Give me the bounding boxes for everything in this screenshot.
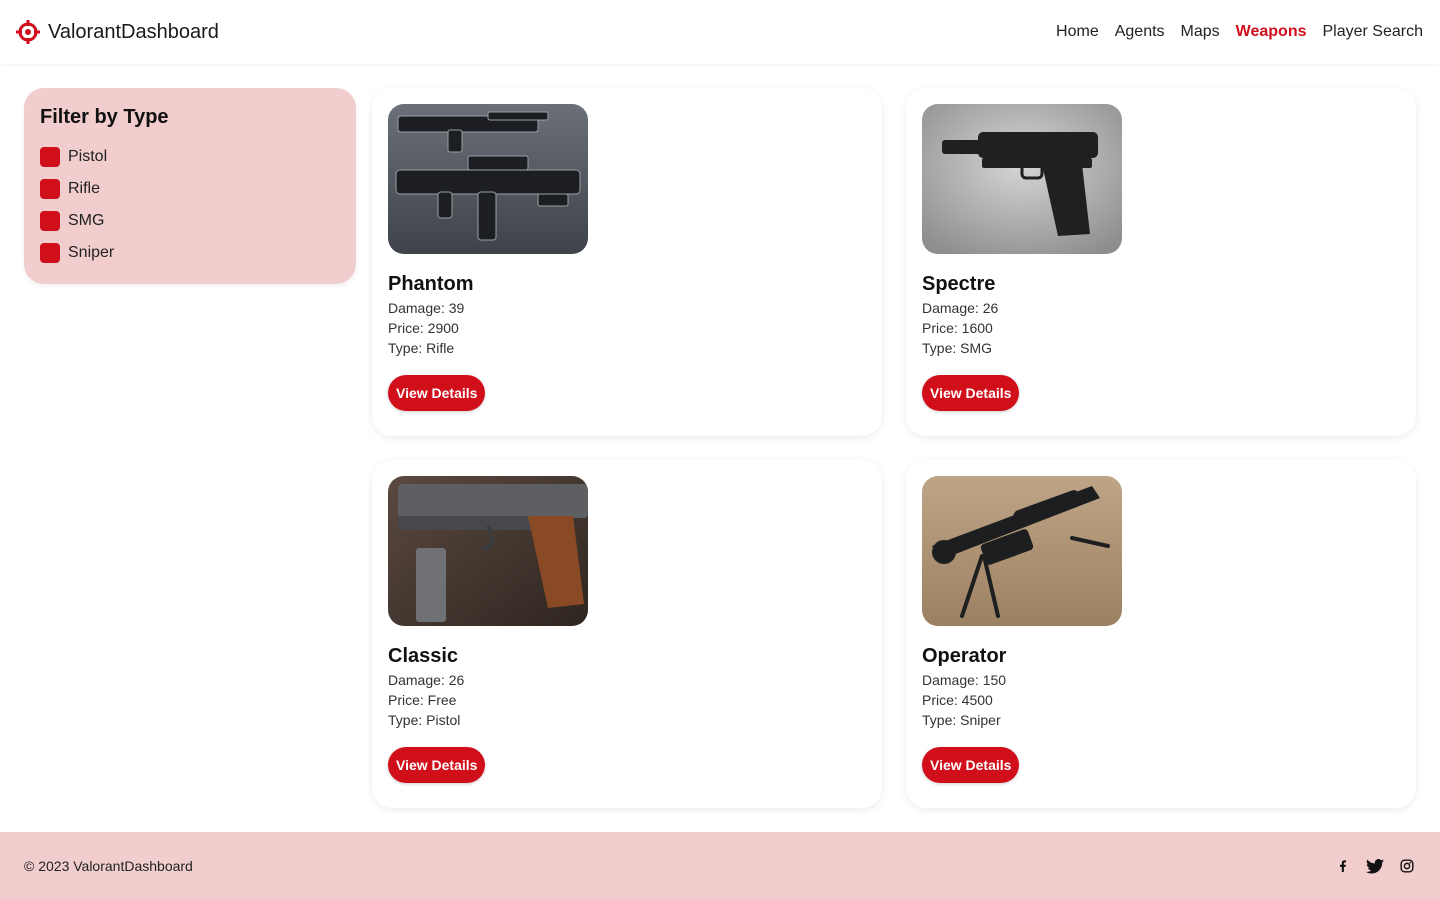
nav-maps[interactable]: Maps — [1181, 23, 1220, 41]
filter-smg[interactable]: SMG — [40, 205, 340, 237]
filter-rifle[interactable]: Rifle — [40, 173, 340, 205]
view-details-button[interactable]: View Details — [388, 747, 486, 783]
top-navbar: ValorantDashboard Home Agents Maps Weapo… — [0, 0, 1440, 64]
brand[interactable]: ValorantDashboard — [16, 20, 219, 44]
weapon-name: Phantom — [388, 273, 474, 295]
weapon-image-spectre — [922, 104, 1122, 254]
checkbox[interactable] — [40, 243, 60, 263]
weapon-price: Price: 2900 — [388, 320, 459, 336]
weapon-card-operator: Operator Damage: 150 Price: 4500 Type: S… — [906, 460, 1416, 808]
brand-name: ValorantDashboard — [48, 20, 219, 43]
instagram-icon[interactable] — [1398, 857, 1416, 875]
nav-player-search[interactable]: Player Search — [1323, 23, 1424, 41]
filter-label: Pistol — [68, 148, 108, 165]
weapon-name: Classic — [388, 645, 459, 667]
nav-agents[interactable]: Agents — [1115, 23, 1165, 41]
nav-home[interactable]: Home — [1056, 23, 1099, 41]
footer: © 2023 ValorantDashboard — [0, 832, 1440, 900]
facebook-icon[interactable] — [1334, 857, 1352, 875]
nav-weapons[interactable]: Weapons — [1236, 23, 1307, 41]
filter-label: Sniper — [68, 244, 115, 261]
view-details-button[interactable]: View Details — [922, 747, 1020, 783]
filter-panel: Filter by Type Pistol Rifle SMG Sniper — [24, 88, 356, 284]
filter-label: Rifle — [68, 180, 101, 197]
weapon-price: Price: 4500 — [922, 692, 993, 708]
weapon-card-classic: Classic Damage: 26 Price: Free Type: Pis… — [372, 460, 882, 808]
weapon-name: Spectre — [922, 273, 996, 295]
social-links — [1334, 857, 1416, 875]
filter-sniper[interactable]: Sniper — [40, 237, 340, 269]
weapon-type: Type: Rifle — [388, 340, 455, 356]
weapon-damage: Damage: 39 — [388, 300, 465, 316]
weapon-damage: Damage: 26 — [922, 300, 999, 316]
footer-copyright: © 2023 ValorantDashboard — [24, 858, 193, 874]
weapon-image-operator — [922, 476, 1122, 626]
weapon-price: Price: Free — [388, 692, 457, 708]
weapon-card-spectre: Spectre Damage: 26 Price: 1600 Type: SMG… — [906, 88, 1416, 436]
checkbox[interactable] — [40, 147, 60, 167]
crosshair-logo-icon — [16, 20, 40, 44]
checkbox[interactable] — [40, 211, 60, 231]
weapon-name: Operator — [922, 645, 1007, 667]
checkbox[interactable] — [40, 179, 60, 199]
weapon-type: Type: Sniper — [922, 712, 1001, 728]
weapon-damage: Damage: 150 — [922, 672, 1007, 688]
weapon-card-phantom: Phantom Damage: 39 Price: 2900 Type: Rif… — [372, 88, 882, 436]
weapon-type: Type: SMG — [922, 340, 993, 356]
weapon-image-classic — [388, 476, 588, 626]
view-details-button[interactable]: View Details — [922, 375, 1020, 411]
main-nav: Home Agents Maps Weapons Player Search — [1056, 23, 1423, 41]
filter-pistol[interactable]: Pistol — [40, 141, 340, 173]
weapon-damage: Damage: 26 — [388, 672, 465, 688]
weapon-image-phantom — [388, 104, 588, 254]
view-details-button[interactable]: View Details — [388, 375, 486, 411]
filter-title: Filter by Type — [40, 106, 169, 128]
filter-label: SMG — [68, 212, 105, 229]
twitter-icon[interactable] — [1366, 857, 1384, 875]
weapon-price: Price: 1600 — [922, 320, 993, 336]
weapon-type: Type: Pistol — [388, 712, 461, 728]
